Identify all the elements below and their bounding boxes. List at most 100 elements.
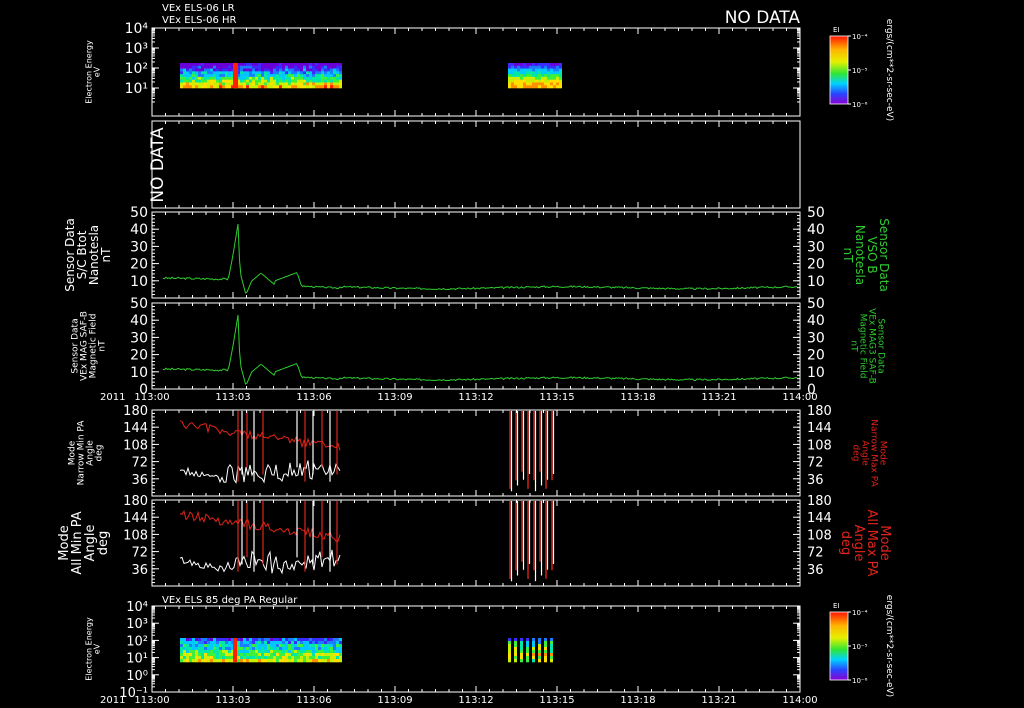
spectrogram-cell (243, 638, 246, 642)
spectrogram-cell (276, 641, 279, 645)
spectrogram-cell (532, 82, 535, 86)
spectrogram-cell (273, 65, 276, 69)
y-tick-label-right: 30 (807, 239, 825, 255)
spectrogram-cell (327, 647, 330, 651)
spectrogram-cell (228, 641, 231, 645)
plot-canvas: VEx ELS-06 LR VEx ELS-06 HR NO DATA VEx … (57, 3, 894, 706)
spectrogram-cell (508, 641, 511, 645)
spectrogram-cell (198, 659, 201, 663)
spectrogram-cell (330, 647, 333, 651)
spectrogram-cell (321, 65, 324, 69)
spectrogram-cell (285, 650, 288, 654)
spectrogram-cell (315, 647, 318, 651)
spectrogram-cell (294, 644, 297, 648)
spectrogram-cell (535, 74, 538, 78)
spectrogram-cell (297, 659, 300, 663)
spectrogram-cell (327, 85, 330, 89)
spectrogram-cell (228, 659, 231, 663)
spectrogram-cell (219, 65, 222, 69)
spectrogram-cell (186, 650, 189, 654)
spectrogram-cell (192, 641, 195, 645)
spectrogram-cell (556, 79, 559, 83)
spectrogram-cell (339, 65, 342, 69)
spectrogram-cell (249, 63, 252, 67)
spectrogram-cell (315, 63, 318, 67)
spectrogram-cell (511, 79, 514, 83)
spectrogram-cell (532, 647, 535, 651)
spectrogram-cell (529, 74, 532, 78)
spectrogram-cell (261, 79, 264, 83)
spectrogram-cell (264, 650, 267, 654)
spectrogram-cell (267, 71, 270, 75)
spectrogram-cell (243, 74, 246, 78)
spectrogram-cell (189, 79, 192, 83)
no-data-label-panel: NO DATA (148, 127, 168, 203)
spectrogram-cell (243, 641, 246, 645)
log-tick-label: 10² (126, 634, 148, 649)
spectrogram-cell (258, 68, 261, 72)
spectrogram-cell (297, 647, 300, 651)
spectrogram-cell (207, 641, 210, 645)
spectrogram-cell (514, 656, 517, 660)
spectrogram-cell (294, 656, 297, 660)
spectrogram-cell (532, 68, 535, 72)
spectrogram-cell (249, 647, 252, 651)
spectrogram-cell (288, 659, 291, 663)
spectrogram-cell (511, 85, 514, 89)
spectrogram-cell (541, 79, 544, 83)
spectrogram-cell (240, 650, 243, 654)
spectrogram-cell (240, 656, 243, 660)
spectrogram-cell (222, 68, 225, 72)
spectrogram-cell (520, 659, 523, 663)
spectrogram-cell (216, 641, 219, 645)
spectrogram-cell (279, 71, 282, 75)
spectrogram-cell (288, 647, 291, 651)
y-tick-label: 144 (123, 421, 148, 436)
spectrogram-cell (288, 63, 291, 67)
spectrogram-cell (225, 68, 228, 72)
spectrogram-cell (243, 644, 246, 648)
spectrogram-cell (312, 656, 315, 660)
spectrogram-cell (508, 82, 511, 86)
spectrogram-cell (318, 85, 321, 89)
spectrogram-cell (556, 74, 559, 78)
spectrogram-cell (249, 656, 252, 660)
spectrogram-cell (249, 68, 252, 72)
spectrogram-cell (291, 644, 294, 648)
spectrogram-cell (556, 65, 559, 69)
spectrogram-cell (186, 641, 189, 645)
y-tick-label-right: 50 (807, 205, 825, 221)
spectrogram-cell (532, 659, 535, 663)
spectrogram-cell (255, 79, 258, 83)
spectrogram-cell (315, 71, 318, 75)
spectrogram-cell (324, 68, 327, 72)
spectrogram-cell (186, 63, 189, 67)
spectrogram-cell (511, 74, 514, 78)
spectrogram-cell (339, 647, 342, 651)
spectrogram-cell (180, 85, 183, 89)
spectrogram-cell (529, 68, 532, 72)
spectrogram-cell (508, 76, 511, 80)
spectrogram-cell (246, 653, 249, 657)
spectrogram-cell (279, 653, 282, 657)
spectrogram-cell (327, 82, 330, 86)
spectrogram-cell (535, 76, 538, 80)
spectrogram-cell (198, 79, 201, 83)
time-tick-label: 113:03 (215, 695, 250, 706)
spectrogram-cell (285, 82, 288, 86)
spectrogram-cell (291, 82, 294, 86)
spectrogram-cell (336, 76, 339, 80)
spectrogram-cell (270, 641, 273, 645)
spectrogram-cell (276, 65, 279, 69)
spectrogram-cell (228, 653, 231, 657)
spectrogram-cell (526, 644, 529, 648)
y-tick-label: 72 (131, 456, 148, 471)
spectrogram-cell (544, 650, 547, 654)
spectrogram-cell (273, 79, 276, 83)
spectrogram-cell (246, 74, 249, 78)
colorbar-top-label: EI (833, 26, 840, 34)
panel-frame-6 (151, 499, 801, 587)
spectrogram-cell (189, 641, 192, 645)
spectrogram-cell (306, 650, 309, 654)
spectrogram-cell (276, 638, 279, 642)
